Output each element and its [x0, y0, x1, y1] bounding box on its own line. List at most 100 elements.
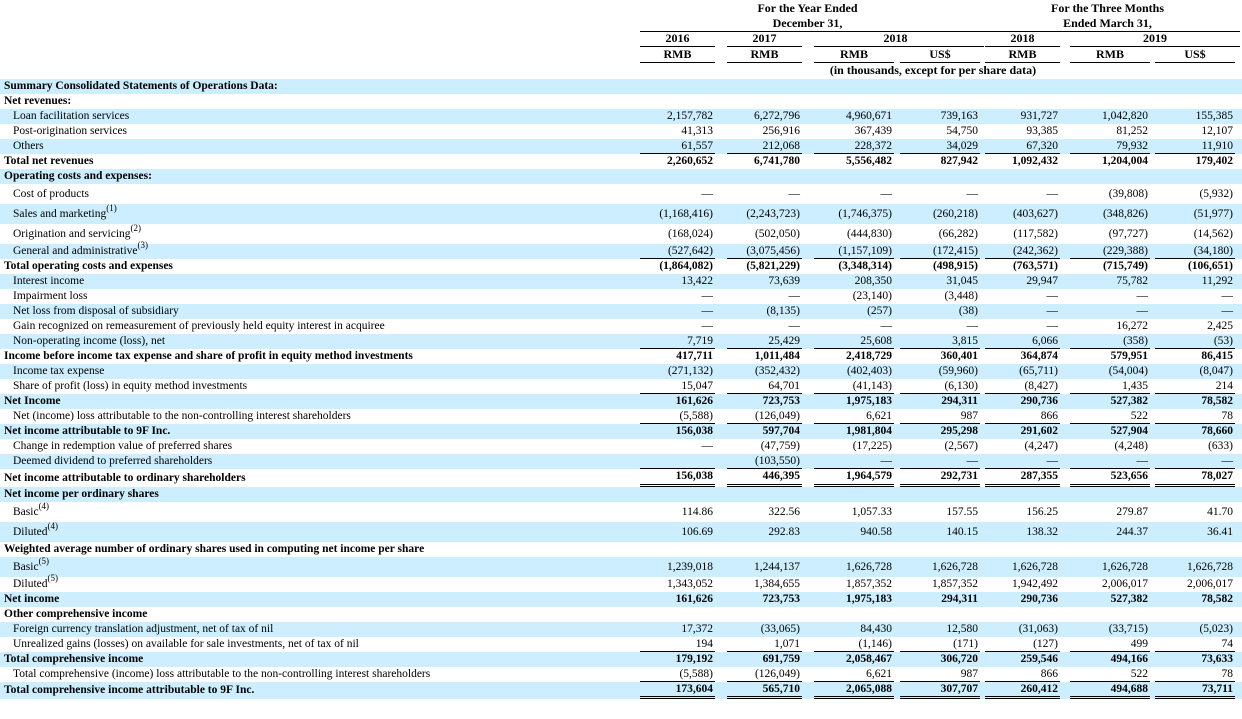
row-label-text: General and administrative	[13, 245, 138, 257]
value-cell: 306,720	[940, 653, 978, 665]
row-label-text: Diluted	[13, 526, 48, 538]
value-cell: —	[880, 320, 893, 332]
value-cell: 1,071	[727, 637, 802, 652]
value-cell: 1,626,728	[846, 561, 892, 573]
table-row: General and administrative(3) (527,642) (3…	[0, 241, 1242, 259]
row-label-text: Income tax expense	[13, 365, 105, 377]
value-cell: 579,951	[1110, 350, 1148, 362]
value-cell: —	[1136, 305, 1149, 317]
value-cell	[640, 454, 715, 469]
value-cell: 2,058,467	[846, 653, 892, 665]
value-cell: —	[701, 440, 714, 452]
value-cell: (172,415)	[900, 244, 980, 259]
value-cell: 6,272,796	[754, 110, 800, 122]
row-label: Total comprehensive income attributable …	[4, 682, 254, 699]
value-cell: (51,977)	[1193, 208, 1233, 220]
table-row: Income before income tax expense and sha…	[0, 349, 1242, 364]
row-label: Net Income	[4, 394, 61, 409]
row-label-text: Weighted average number of ordinary shar…	[4, 543, 425, 555]
value-cell: 279.87	[1116, 506, 1148, 518]
value-cell: 41.70	[1207, 506, 1233, 518]
table-row: Foreign currency translation adjustment,…	[0, 622, 1242, 637]
table-row: Change in redemption value of preferred …	[0, 439, 1242, 454]
value-cell: (444,830)	[846, 228, 892, 240]
row-label-text: Net income attributable to 9F Inc.	[4, 425, 171, 437]
value-cell: (6,130)	[900, 379, 980, 394]
row-label: Post-origination services	[13, 124, 127, 139]
row-label: Impairment loss	[13, 289, 87, 304]
value-cell: (168,024)	[667, 228, 713, 240]
value-cell: —	[788, 320, 801, 332]
footnote-marker: (4)	[38, 501, 50, 511]
value-cell: (23,140)	[852, 290, 892, 302]
value-cell: (260,218)	[932, 208, 978, 220]
table-row: Interest income 13,422 73,639 208,350 31,045…	[0, 274, 1242, 289]
value-cell: 1,435	[1070, 379, 1150, 394]
table-row: Origination and servicing(2) (168,024) (50…	[0, 224, 1242, 244]
value-cell: 1,244,137	[754, 561, 800, 573]
value-cell: 31,045	[946, 275, 978, 287]
value-cell: (1,746,375)	[838, 208, 892, 220]
table-row: Gain recognized on remeasurement of prev…	[0, 319, 1242, 334]
value-cell: 4,960,671	[846, 110, 892, 122]
row-label: Unrealized gains (losses) on available f…	[13, 637, 359, 652]
row-label: Operating costs and expenses:	[4, 169, 152, 184]
value-cell: (402,403)	[846, 365, 892, 377]
quarter-group-header-line2: Ended March 31,	[1063, 16, 1152, 30]
value-cell: 290,736	[1020, 593, 1058, 605]
value-cell: 527,382	[1110, 593, 1148, 605]
value-cell: (715,749)	[1102, 260, 1148, 272]
value-cell: 292,731	[900, 469, 980, 487]
footnote-marker: (4)	[47, 521, 59, 531]
quarter-group-header-line1: For the Three Months	[1051, 1, 1164, 15]
value-cell: 12,107	[1201, 125, 1233, 137]
currency-header: US$	[929, 47, 951, 61]
row-label-text: Basic	[13, 561, 39, 573]
value-cell: 1,626,728	[1012, 561, 1058, 573]
value-cell: (502,050)	[754, 228, 800, 240]
value-cell: 1,042,820	[1102, 110, 1148, 122]
value-cell: (4,248)	[1114, 440, 1148, 452]
row-label: Weighted average number of ordinary shar…	[4, 542, 424, 557]
value-cell: (3,348,314)	[838, 260, 892, 272]
value-cell: —	[788, 290, 801, 302]
row-label: Diluted(5)	[13, 574, 58, 592]
value-cell: (2,243,723)	[746, 208, 800, 220]
value-cell: 294,311	[941, 395, 978, 407]
value-cell: 260,412	[985, 682, 1060, 699]
value-cell: (1,157,109)	[814, 244, 894, 259]
value-cell: 1,942,492	[1012, 578, 1058, 590]
value-cell: (257)	[867, 305, 892, 317]
value-cell: 1,092,432	[1012, 155, 1058, 167]
statement-table: Summary Consolidated Statements of Opera…	[0, 79, 1242, 699]
row-label: Net income attributable to ordinary shar…	[4, 469, 246, 487]
row-label-text: Total comprehensive income attributable …	[4, 684, 255, 696]
value-cell: 723,753	[762, 593, 800, 605]
value-cell: 74	[1155, 637, 1235, 652]
value-cell: 2,418,729	[846, 350, 892, 362]
value-cell: (242,362)	[985, 244, 1060, 259]
row-label-text: Gain recognized on remeasurement of prev…	[13, 320, 385, 332]
value-cell: 84,430	[860, 623, 892, 635]
value-cell: 597,704	[762, 425, 800, 437]
value-cell: (358)	[1070, 334, 1150, 349]
row-label-text: Total comprehensive (income) loss attrib…	[13, 668, 431, 680]
value-cell: 1,626,728	[1102, 561, 1148, 573]
value-cell: 214	[1155, 379, 1235, 394]
table-row: Net income 161,626 723,753 1,975,183 294,311…	[0, 592, 1242, 607]
row-label: Income before income tax expense and sha…	[4, 349, 413, 364]
row-label-text: Net Income	[4, 395, 61, 407]
value-cell: —	[1046, 320, 1059, 332]
value-cell: (17,225)	[852, 440, 892, 452]
value-cell: 2,260,652	[667, 155, 713, 167]
table-row: Impairment loss — — (23,140) (3,448) — — —	[0, 289, 1242, 304]
row-label-text: Total comprehensive income	[4, 653, 144, 665]
value-cell: 15,047	[640, 379, 715, 394]
row-label-text: Summary Consolidated Statements of Opera…	[4, 80, 278, 92]
value-cell: 34,029	[900, 139, 980, 154]
table-row: Total net revenues 2,260,652 6,741,780 5,55…	[0, 154, 1242, 169]
value-cell: 527,904	[1110, 425, 1148, 437]
value-cell: 173,604	[640, 682, 715, 699]
value-cell: 6,741,780	[754, 155, 800, 167]
value-cell: 1,626,728	[1187, 561, 1233, 573]
